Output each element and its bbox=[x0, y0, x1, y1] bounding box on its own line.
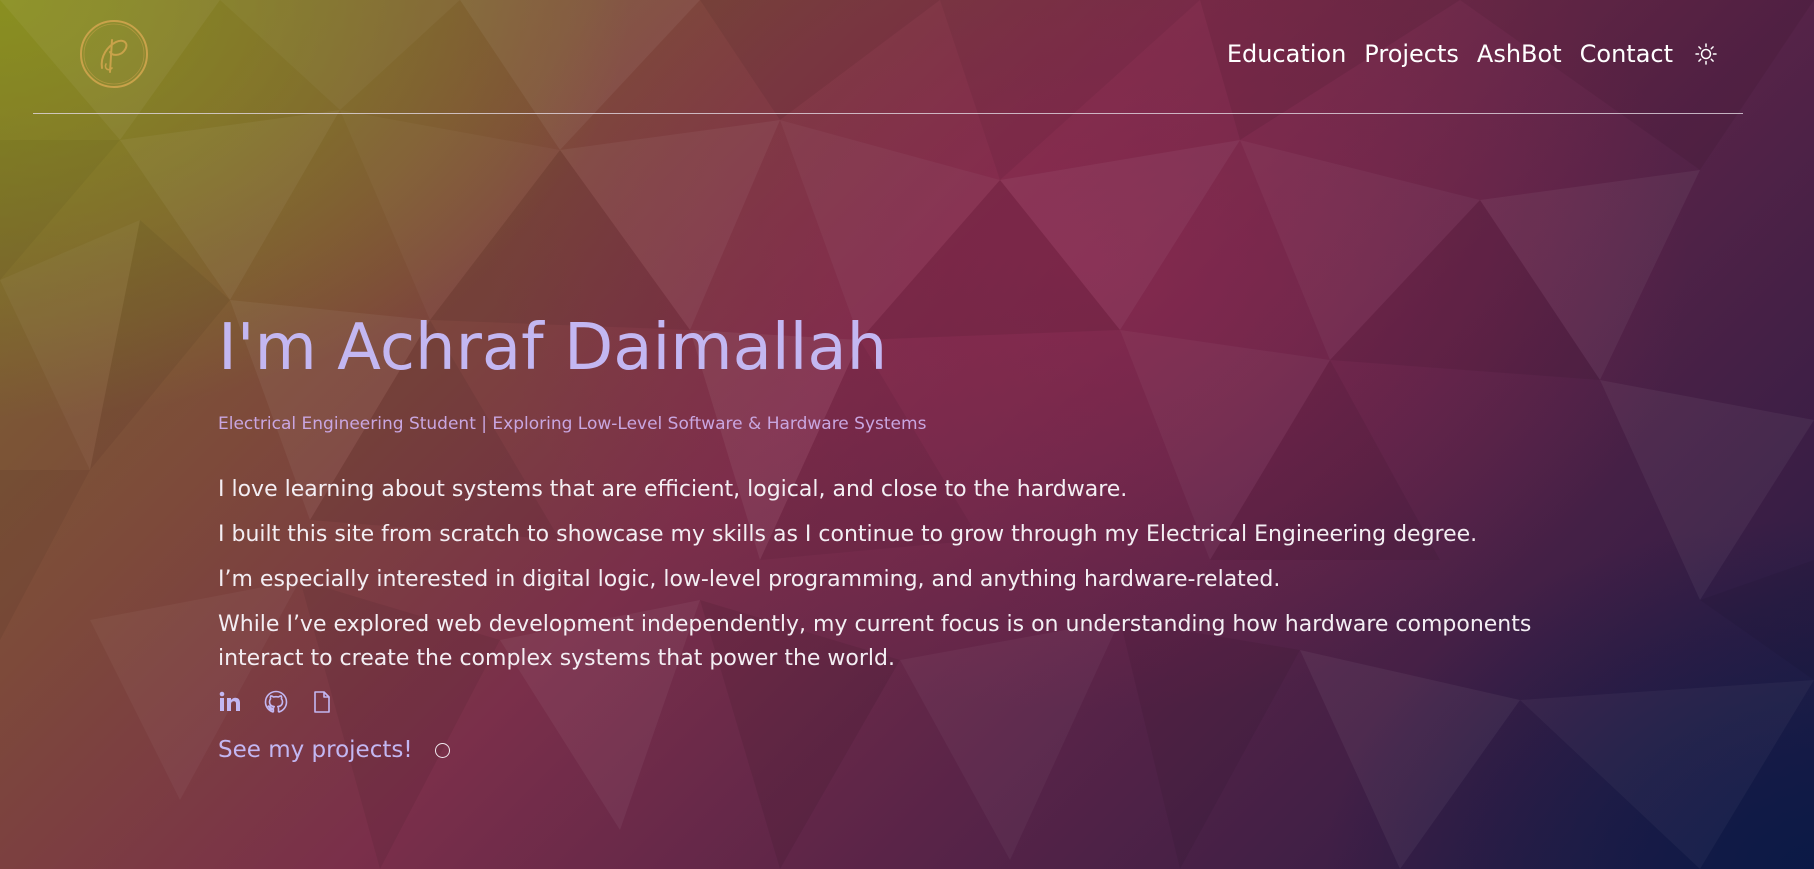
social-links bbox=[218, 687, 1578, 717]
linkedin-icon[interactable] bbox=[218, 690, 242, 714]
nav-education[interactable]: Education bbox=[1227, 40, 1346, 68]
circle-icon[interactable] bbox=[434, 742, 450, 758]
nav-ashbot[interactable]: AshBot bbox=[1477, 40, 1562, 68]
intro-paragraph: While I’ve explored web development inde… bbox=[218, 612, 1532, 671]
see-projects-link[interactable]: See my projects! bbox=[218, 737, 413, 763]
signature-logo-icon[interactable] bbox=[78, 18, 150, 90]
nav-contact[interactable]: Contact bbox=[1580, 40, 1673, 68]
github-icon[interactable] bbox=[264, 690, 288, 714]
hero-subtitle: Electrical Engineering Student | Explori… bbox=[218, 414, 927, 434]
intro-paragraph: I love learning about systems that are e… bbox=[218, 477, 1128, 502]
hero-section: I'm Achraf Daimallah Electrical Engineer… bbox=[218, 305, 1578, 763]
intro-paragraph: I’m especially interested in digital log… bbox=[218, 567, 1281, 592]
intro-paragraph: I built this site from scratch to showca… bbox=[218, 522, 1478, 547]
sun-icon[interactable] bbox=[1693, 41, 1719, 67]
main-nav: Education Projects AshBot Contact bbox=[1227, 40, 1719, 68]
site-header: Education Projects AshBot Contact bbox=[33, 0, 1743, 114]
page-title: I'm Achraf Daimallah bbox=[218, 311, 888, 385]
page: Education Projects AshBot Contact I'm Ac… bbox=[0, 0, 1814, 869]
nav-projects[interactable]: Projects bbox=[1364, 40, 1459, 68]
document-icon[interactable] bbox=[310, 690, 334, 714]
intro-text: I love learning about systems that are e… bbox=[218, 473, 1578, 676]
projects-cta: See my projects! bbox=[218, 737, 1578, 763]
